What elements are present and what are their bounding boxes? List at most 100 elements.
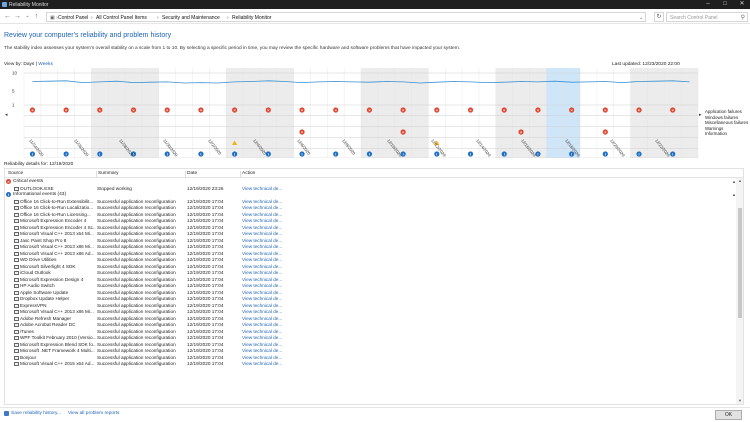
- app-icon: [14, 342, 19, 347]
- maximize-button[interactable]: □: [717, 0, 733, 9]
- forward-arrow-icon[interactable]: →: [13, 12, 22, 21]
- information-icon-glyph: i: [470, 152, 471, 156]
- view-technical-details-link[interactable]: View technical de...: [242, 212, 282, 217]
- breadcrumb-reliability-monitor[interactable]: Reliability Monitor: [232, 15, 271, 21]
- row-date: 12/19/2020 17:04: [187, 244, 224, 249]
- view-technical-details-link[interactable]: View technical de...: [242, 309, 282, 314]
- chart-scroll-left-icon[interactable]: ◂: [5, 112, 8, 118]
- app-icon: [14, 232, 19, 236]
- view-technical-details-link[interactable]: View technical de...: [242, 264, 282, 269]
- scroll-down-icon[interactable]: ▼: [736, 398, 743, 404]
- column-date[interactable]: Date: [187, 171, 197, 176]
- view-technical-details-link[interactable]: View technical de...: [242, 186, 282, 191]
- chart-scroll-right-icon[interactable]: ▸: [699, 112, 702, 118]
- critical-icon: ×: [6, 179, 11, 184]
- view-weeks-link[interactable]: Weeks: [38, 62, 53, 67]
- ok-button[interactable]: OK: [715, 410, 742, 420]
- app-icon: [14, 199, 19, 204]
- last-updated: Last updated: 12/23/2020 22:00: [612, 62, 680, 67]
- informational-events-group[interactable]: i Informational events (43) ▲: [5, 192, 736, 198]
- column-source[interactable]: Source: [8, 171, 23, 176]
- breadcrumb-separator[interactable]: ›: [157, 15, 159, 21]
- day-column-shaded[interactable]: [411, 68, 429, 158]
- scroll-up-icon[interactable]: ▲: [736, 178, 743, 185]
- column-action[interactable]: Action: [242, 171, 255, 176]
- reliability-chart-svg[interactable]: 1051◂ ▸× × × × × × × × × × × × × × × × × × × ×× × × ×i i i i i i i i i i…: [4, 68, 746, 158]
- close-button[interactable]: ✕: [734, 0, 750, 9]
- reliability-chart[interactable]: 10 5 1 ◂ ▸ × × × × × × × × × × × × × × × × × × × × × × × × i i i i i i i i i i…: [4, 68, 748, 158]
- information-icon-glyph: i: [335, 152, 336, 156]
- view-technical-details-link[interactable]: View technical de...: [242, 361, 282, 366]
- view-technical-details-link[interactable]: View technical de...: [242, 329, 282, 334]
- view-technical-details-link[interactable]: View technical de...: [242, 238, 282, 243]
- column-divider[interactable]: [185, 171, 186, 178]
- day-column-shaded[interactable]: [495, 68, 513, 158]
- breadcrumb-control-panel[interactable]: Control Panel: [58, 15, 88, 21]
- view-technical-details-link[interactable]: View technical de...: [242, 342, 282, 347]
- view-technical-details-link[interactable]: View technical de...: [242, 296, 282, 301]
- app-icon: [14, 297, 19, 301]
- refresh-icon[interactable]: ↻: [654, 12, 664, 22]
- breadcrumb-security-maintenance[interactable]: Security and Maintenance: [162, 15, 220, 21]
- row-summary: Successful application reconfiguration: [97, 244, 176, 249]
- view-days-link[interactable]: Days: [23, 62, 34, 67]
- up-arrow-icon[interactable]: ↑: [32, 12, 41, 21]
- row-date: 12/19/2020 17:04: [187, 289, 224, 295]
- view-technical-details-link[interactable]: View technical de...: [242, 244, 282, 249]
- back-arrow-icon[interactable]: ←: [3, 12, 12, 21]
- view-technical-details-link[interactable]: View technical de...: [242, 251, 282, 256]
- day-column-shaded[interactable]: [259, 68, 277, 158]
- view-technical-details-link[interactable]: View technical de...: [242, 303, 282, 308]
- row-summary: Successful application reconfiguration: [97, 270, 176, 275]
- view-technical-details-link[interactable]: View technical de...: [242, 277, 282, 282]
- save-history-link[interactable]: Save reliability history...: [11, 411, 61, 416]
- view-technical-details-link[interactable]: View technical de...: [242, 335, 282, 340]
- information-icon: i: [6, 192, 11, 197]
- view-technical-details-link[interactable]: View technical de...: [242, 225, 282, 230]
- view-technical-details-link[interactable]: View technical de...: [242, 348, 282, 353]
- view-all-reports-link[interactable]: View all problem reports: [68, 411, 119, 416]
- recent-locations-icon[interactable]: ⌄: [23, 12, 32, 21]
- view-technical-details-link[interactable]: View technical de...: [242, 218, 282, 223]
- view-technical-details-link[interactable]: View technical de...: [242, 205, 282, 210]
- view-technical-details-link[interactable]: View technical de...: [242, 322, 282, 327]
- search-input[interactable]: Search Control Panel ⚲: [666, 12, 748, 22]
- app-icon: [14, 323, 19, 327]
- address-dropdown-icon[interactable]: ⌄: [639, 15, 643, 21]
- row-source: Microsoft Visual C++ 2013 x86 Mi...: [20, 244, 94, 249]
- view-technical-details-link[interactable]: View technical de...: [242, 290, 282, 295]
- reliability-monitor-icon: [2, 2, 7, 7]
- row-date: 12/19/2020 17:04: [187, 198, 224, 204]
- critical-events-group[interactable]: × Critical events ▲: [5, 179, 736, 185]
- view-technical-details-link[interactable]: View technical de...: [242, 199, 282, 204]
- view-technical-details-link[interactable]: View technical de...: [242, 316, 282, 321]
- breadcrumb[interactable]: ▣ › Control Panel › All Control Panel It…: [46, 12, 646, 22]
- breadcrumb-separator[interactable]: ›: [91, 15, 93, 21]
- table-row[interactable]: Microsoft Visual C++ 2015 x64 Ad... Succe…: [5, 361, 735, 368]
- day-column-shaded[interactable]: [141, 68, 159, 158]
- column-summary[interactable]: Summary: [98, 171, 119, 176]
- column-divider[interactable]: [240, 171, 241, 178]
- view-technical-details-link[interactable]: View technical de...: [242, 355, 282, 360]
- view-by-selector: View by: Days | Weeks: [4, 62, 53, 67]
- events-table[interactable]: Source Summary Date Action × Critical eve…: [4, 168, 744, 405]
- information-icon-glyph: i: [672, 152, 673, 156]
- vertical-scrollbar[interactable]: ▲ ▼: [736, 178, 743, 404]
- view-technical-details-link[interactable]: View technical de...: [242, 257, 282, 262]
- information-icon-glyph: i: [504, 152, 505, 156]
- information-icon-glyph: i: [537, 152, 538, 156]
- view-technical-details-link[interactable]: View technical de...: [242, 231, 282, 236]
- breadcrumb-separator[interactable]: ›: [227, 15, 229, 21]
- minimize-button[interactable]: –: [700, 0, 716, 9]
- row-source: Jasc Paint Shop Pro 8: [20, 237, 67, 243]
- day-column-shaded[interactable]: [361, 68, 378, 158]
- view-technical-details-link[interactable]: View technical de...: [242, 283, 282, 288]
- breadcrumb-all-items[interactable]: All Control Panel Items: [96, 15, 147, 21]
- scrollbar-thumb[interactable]: [738, 208, 742, 318]
- app-icon: [14, 310, 19, 314]
- view-technical-details-link[interactable]: View technical de...: [242, 270, 282, 275]
- search-icon: ⚲: [740, 15, 745, 21]
- row-date: 12/19/2020 17:04: [187, 302, 224, 308]
- column-divider[interactable]: [96, 171, 97, 178]
- row-source: ExpressVPN: [20, 302, 47, 308]
